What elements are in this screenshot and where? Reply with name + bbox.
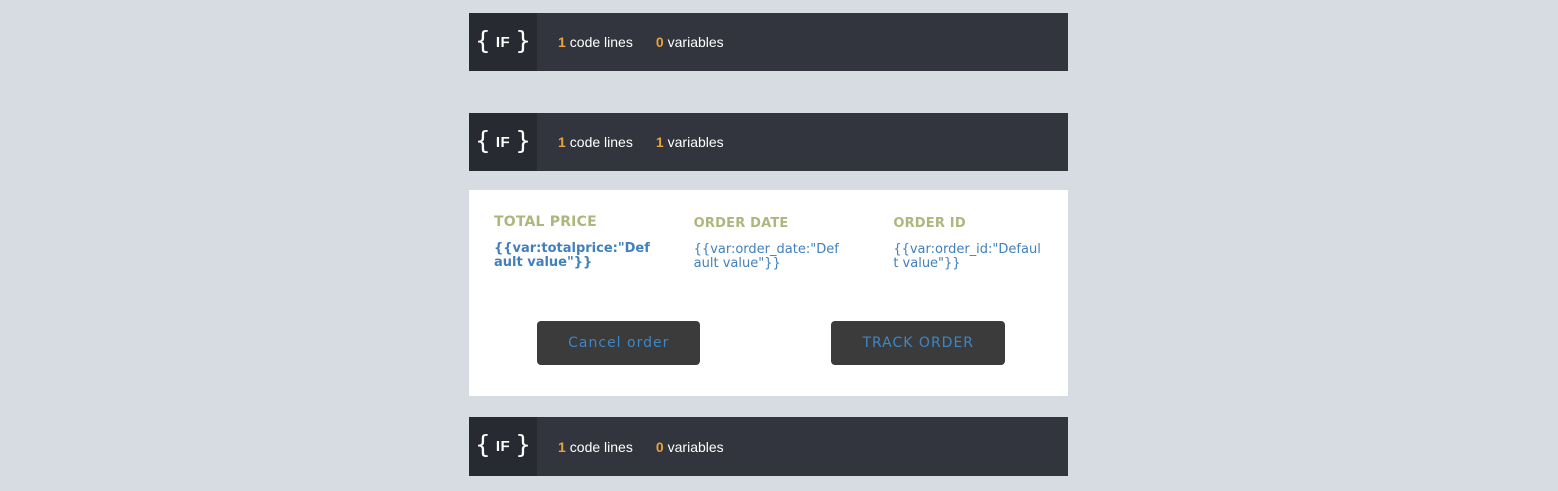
column-heading: ORDER ID <box>893 216 1068 231</box>
code-lines-stat: 1code lines <box>558 34 633 50</box>
if-block-bar-1[interactable]: { IF } 1code lines 0variables <box>469 13 1068 71</box>
code-lines-stat: 1code lines <box>558 439 633 455</box>
left-brace-icon: { <box>475 432 491 457</box>
code-lines-stat: 1code lines <box>558 134 633 150</box>
order-summary-panel[interactable]: TOTAL PRICE {{var:totalprice:"Default va… <box>469 190 1068 396</box>
if-badge: { IF } <box>469 13 537 71</box>
code-lines-label: code lines <box>570 134 633 150</box>
if-badge-label: IF <box>496 34 510 51</box>
order-buttons-row: Cancel order TRACK ORDER <box>469 321 1068 365</box>
order-column-order-id: ORDER ID {{var:order_id:"Default value"}… <box>868 214 1068 271</box>
variables-label: variables <box>668 134 724 150</box>
right-brace-icon: } <box>515 432 531 457</box>
order-columns: TOTAL PRICE {{var:totalprice:"Default va… <box>469 190 1068 271</box>
if-badge: { IF } <box>469 113 537 171</box>
column-value-variable: {{var:totalprice:"Default value"}} <box>494 242 651 270</box>
order-column-order-date: ORDER DATE {{var:order_date:"Default val… <box>669 214 869 271</box>
if-badge-label: IF <box>496 438 510 455</box>
column-heading: ORDER DATE <box>694 216 869 231</box>
left-brace-icon: { <box>475 128 491 153</box>
cancel-button-cell: Cancel order <box>469 321 769 365</box>
if-bar-meta: 1code lines 0variables <box>558 417 724 476</box>
column-value-variable: {{var:order_id:"Default value"}} <box>893 243 1043 271</box>
if-bar-meta: 1code lines 1variables <box>558 113 724 171</box>
left-brace-icon: { <box>475 28 491 53</box>
order-column-total-price: TOTAL PRICE {{var:totalprice:"Default va… <box>469 214 669 271</box>
right-brace-icon: } <box>515 128 531 153</box>
variables-count: 0 <box>656 439 664 455</box>
code-lines-count: 1 <box>558 134 566 150</box>
variables-count: 0 <box>656 34 664 50</box>
if-block-bar-2[interactable]: { IF } 1code lines 1variables <box>469 113 1068 171</box>
right-brace-icon: } <box>515 28 531 53</box>
cancel-order-button[interactable]: Cancel order <box>537 321 700 365</box>
code-lines-count: 1 <box>558 34 566 50</box>
if-badge: { IF } <box>469 417 537 476</box>
variables-stat: 1variables <box>656 134 724 150</box>
variables-label: variables <box>668 439 724 455</box>
track-order-button[interactable]: TRACK ORDER <box>831 321 1005 365</box>
variables-stat: 0variables <box>656 439 724 455</box>
if-badge-label: IF <box>496 134 510 151</box>
code-lines-count: 1 <box>558 439 566 455</box>
if-bar-meta: 1code lines 0variables <box>558 13 724 71</box>
variables-stat: 0variables <box>656 34 724 50</box>
editor-canvas: { IF } 1code lines 0variables { IF } 1co… <box>0 0 1558 491</box>
column-heading: TOTAL PRICE <box>494 214 669 230</box>
track-button-cell: TRACK ORDER <box>769 321 1069 365</box>
variables-label: variables <box>668 34 724 50</box>
if-block-bar-3[interactable]: { IF } 1code lines 0variables <box>469 417 1068 476</box>
variables-count: 1 <box>656 134 664 150</box>
code-lines-label: code lines <box>570 439 633 455</box>
code-lines-label: code lines <box>570 34 633 50</box>
column-value-variable: {{var:order_date:"Default value"}} <box>694 243 844 271</box>
